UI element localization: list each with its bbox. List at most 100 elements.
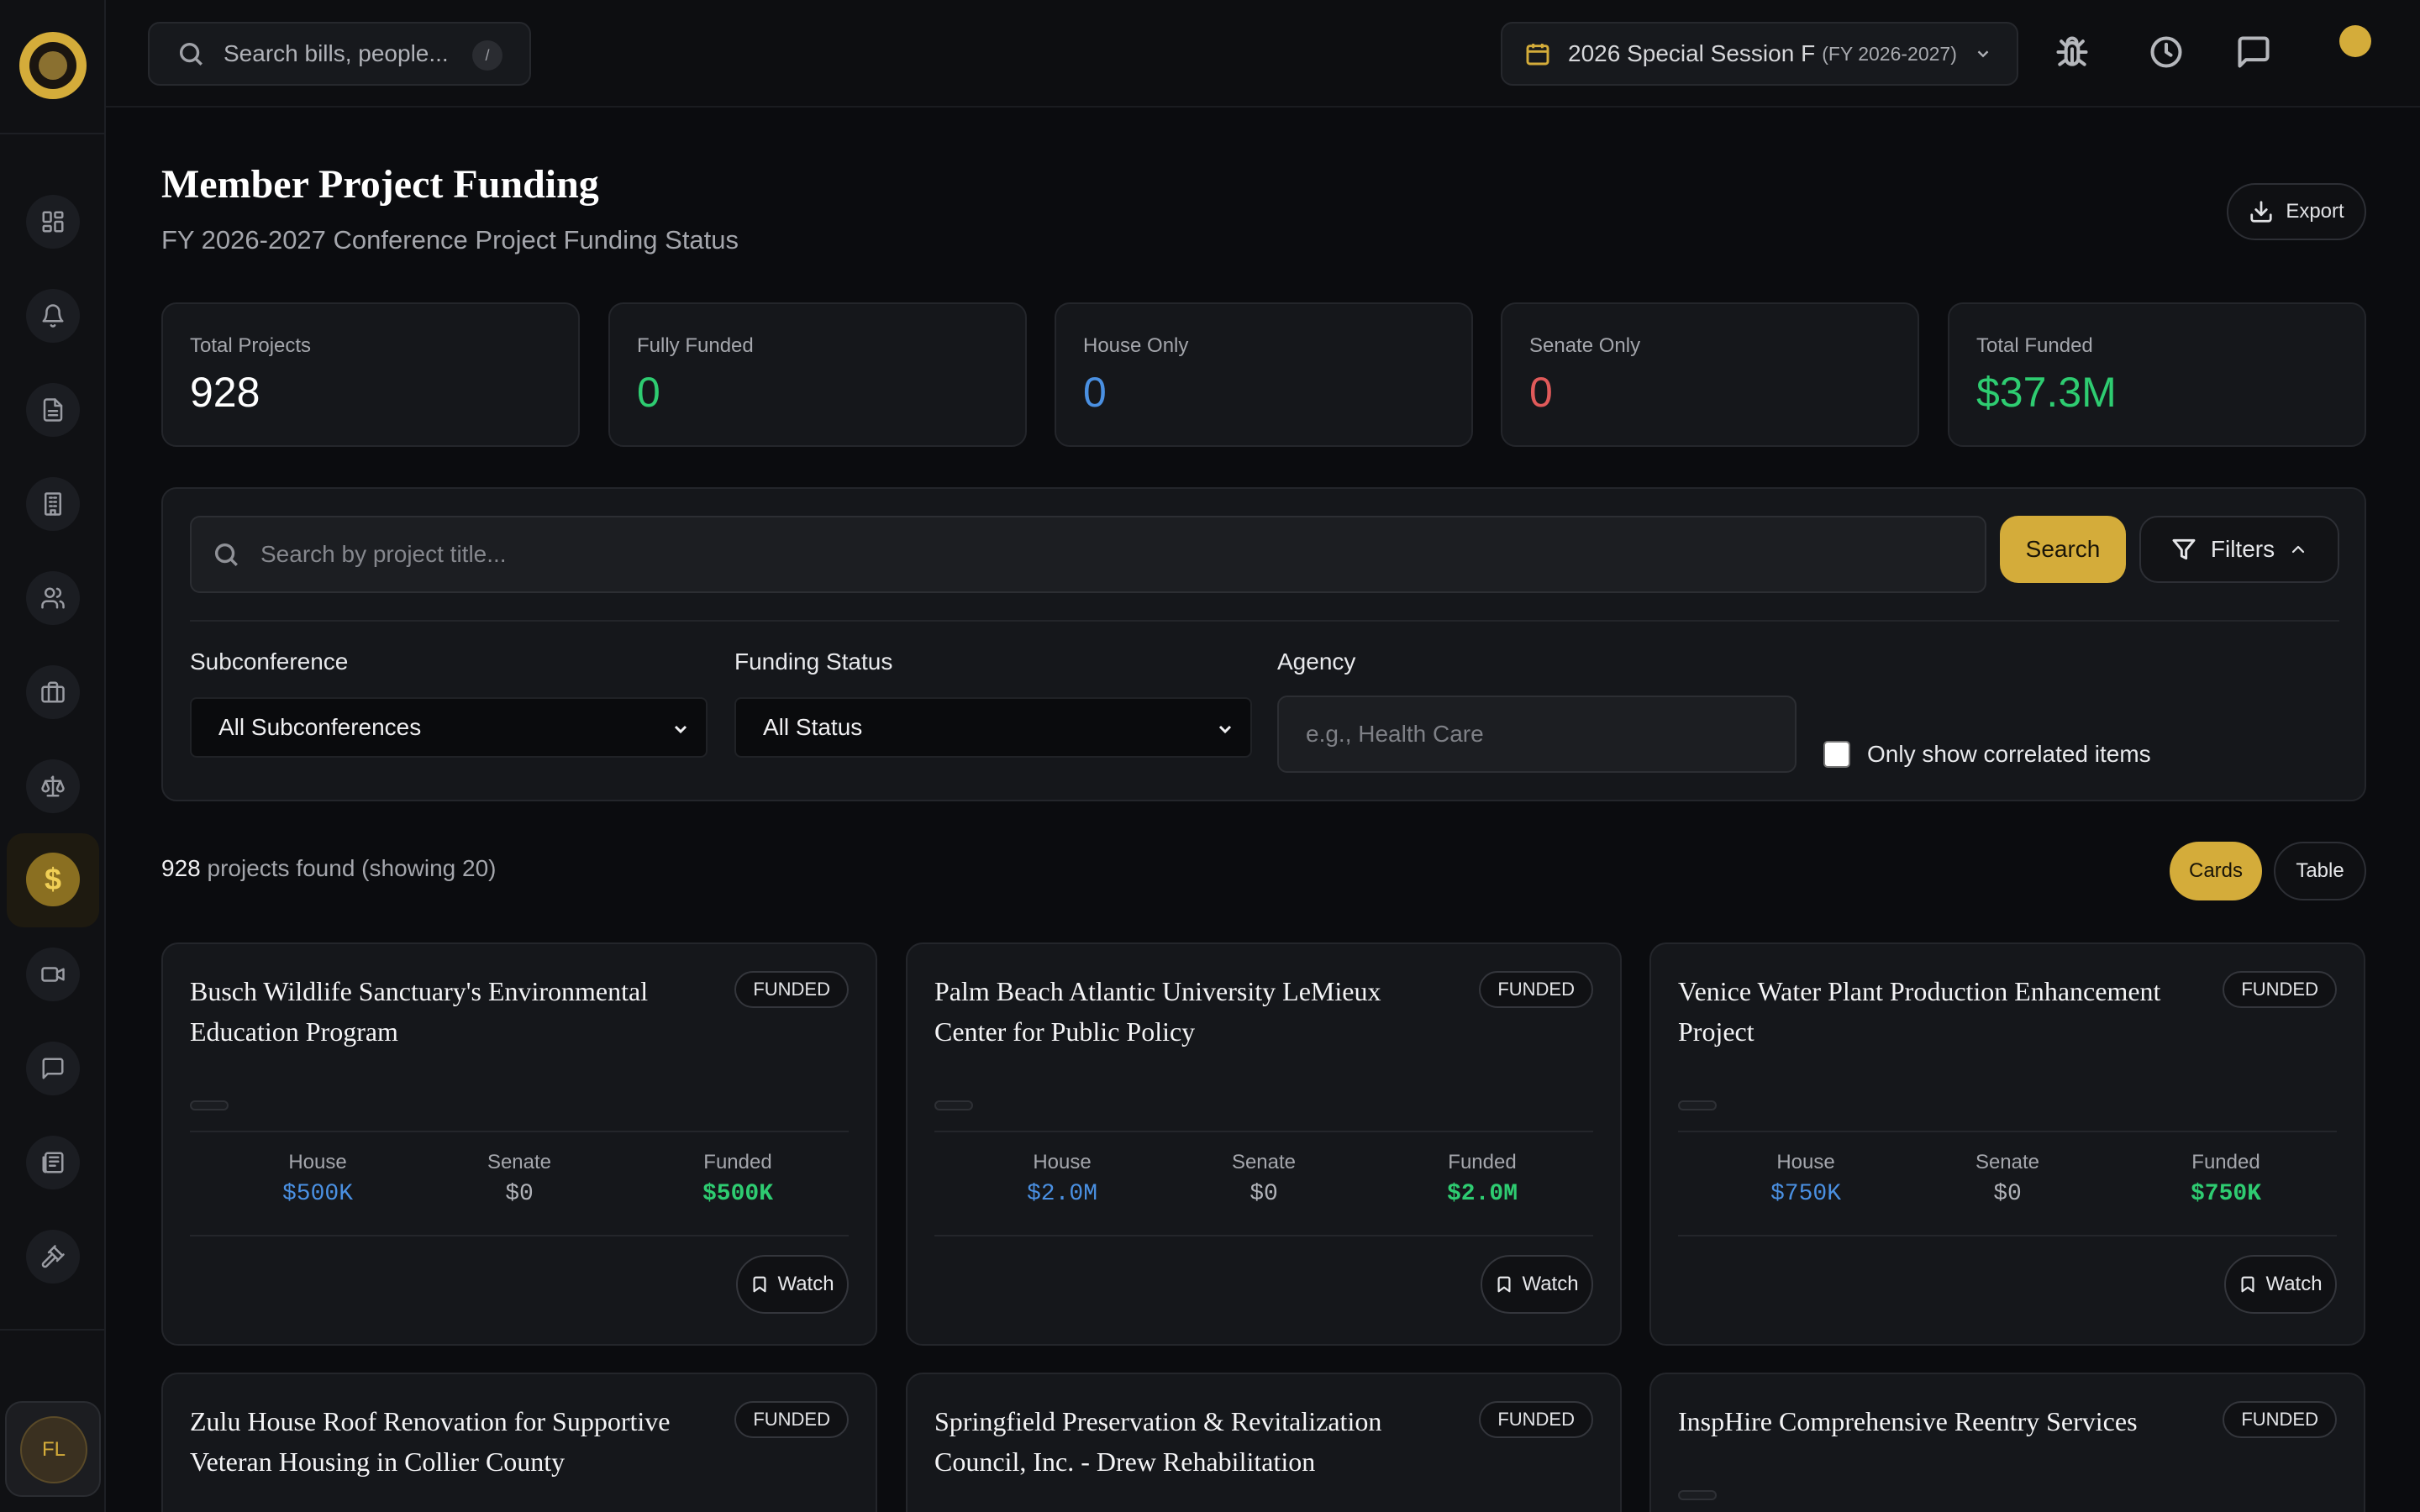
sidebar-item-dashboard[interactable]: [26, 195, 80, 249]
funding-status-select[interactable]: All Status: [734, 697, 1252, 758]
chat-icon: [2238, 36, 2270, 68]
project-search-placeholder: Search by project title...: [260, 541, 507, 567]
tag-placeholder: [1678, 1490, 1717, 1500]
shortcut-key: /: [472, 40, 502, 71]
project-card[interactable]: Venice Water Plant Production Enhancemen…: [1649, 942, 2365, 1346]
watch-label: Watch: [1522, 1273, 1579, 1295]
bug-report-button[interactable]: [2054, 34, 2091, 71]
project-card[interactable]: Busch Wildlife Sanctuary's Environmental…: [161, 942, 877, 1346]
page-title: Member Project Funding: [161, 162, 599, 207]
watch-button[interactable]: Watch: [736, 1255, 849, 1314]
stat-value: 0: [1529, 369, 1553, 416]
filter-icon: [2172, 538, 2196, 560]
project-title: Busch Wildlife Sanctuary's Environmental…: [190, 976, 649, 1047]
search-icon: [214, 543, 238, 566]
filters-toggle-button[interactable]: Filters: [2139, 516, 2339, 583]
subconference-label: Subconference: [190, 648, 349, 675]
project-card[interactable]: InspHire Comprehensive Reentry Services …: [1649, 1373, 2365, 1512]
filters-label: Filters: [2210, 536, 2275, 562]
topbar: Search bills, people... / 2026 Special S…: [106, 0, 2420, 108]
funded-amount: Funded $750K: [2142, 1151, 2310, 1207]
sidebar-item-video[interactable]: [26, 948, 80, 1001]
card-divider: [934, 1131, 1593, 1132]
subconference-select[interactable]: All Subconferences: [190, 697, 708, 758]
stat-total-funded: Total Funded $37.3M: [1948, 302, 2366, 447]
sidebar-item-committees[interactable]: [26, 477, 80, 531]
global-search-input[interactable]: Search bills, people... /: [148, 22, 531, 86]
sidebar-item-legal[interactable]: [26, 759, 80, 813]
session-fiscal-year: (FY 2026-2027): [1822, 42, 1957, 65]
view-cards-button[interactable]: Cards: [2170, 842, 2262, 900]
stat-label: Total Funded: [1976, 334, 2093, 357]
messages-button[interactable]: [2235, 34, 2272, 71]
house-amount: House $500K: [234, 1151, 402, 1207]
house-label: House: [1033, 1151, 1092, 1173]
avatar: FL: [20, 1416, 87, 1483]
funded-amount: Funded $500K: [654, 1151, 822, 1207]
sidebar-item-bills[interactable]: [26, 383, 80, 437]
project-card[interactable]: Palm Beach Atlantic University LeMieux C…: [906, 942, 1622, 1346]
watch-label: Watch: [2265, 1273, 2323, 1295]
status-badge: FUNDED: [2223, 971, 2337, 1008]
stat-value: 928: [190, 369, 260, 416]
senate-amount: Senate $0: [435, 1151, 603, 1207]
page-subtitle: FY 2026-2027 Conference Project Funding …: [161, 225, 739, 255]
sidebar-item-lobbyists[interactable]: [26, 665, 80, 719]
sidebar-item-people[interactable]: [26, 571, 80, 625]
stat-label: Senate Only: [1529, 334, 1641, 357]
user-menu[interactable]: FL: [5, 1401, 101, 1497]
project-title: InspHire Comprehensive Reentry Services: [1678, 1406, 2138, 1436]
correlated-label: Only show correlated items: [1867, 741, 2151, 767]
house-label: House: [288, 1151, 347, 1173]
status-badge: FUNDED: [734, 1401, 849, 1438]
stat-value: $37.3M: [1976, 369, 2117, 416]
status-badge: FUNDED: [2223, 1401, 2337, 1438]
status-badge: FUNDED: [1479, 1401, 1593, 1438]
stat-value: 0: [637, 369, 660, 416]
search-button[interactable]: Search: [2000, 516, 2126, 583]
stat-label: Total Projects: [190, 334, 312, 357]
sidebar-item-alerts[interactable]: [26, 289, 80, 343]
senate-value: $0: [505, 1181, 534, 1207]
tag-placeholder: [190, 1100, 229, 1110]
results-count: 928: [161, 855, 201, 881]
bookmark-icon: [2241, 1276, 2254, 1293]
tag-placeholder: [1678, 1100, 1717, 1110]
panel-divider: [190, 620, 2339, 622]
sidebar-item-news[interactable]: [26, 1136, 80, 1189]
export-button[interactable]: Export: [2227, 183, 2366, 240]
history-button[interactable]: [2148, 34, 2185, 71]
project-card[interactable]: Zulu House Roof Renovation for Supportiv…: [161, 1373, 877, 1512]
chevron-up-icon: [2292, 545, 2305, 554]
building-icon: [45, 492, 61, 516]
sidebar-item-votes[interactable]: [26, 1230, 80, 1284]
download-icon: [2250, 201, 2272, 223]
house-value: $500K: [281, 1181, 353, 1207]
watch-button[interactable]: Watch: [1481, 1255, 1593, 1314]
session-selector[interactable]: 2026 Special Session F (FY 2026-2027): [1501, 22, 2018, 86]
sidebar-item-messages[interactable]: [26, 1042, 80, 1095]
watch-button[interactable]: Watch: [2224, 1255, 2337, 1314]
bell-icon: [42, 304, 64, 328]
project-card[interactable]: Springfield Preservation & Revitalizatio…: [906, 1373, 1622, 1512]
funded-value: $750K: [2190, 1181, 2261, 1207]
card-divider: [190, 1235, 849, 1236]
view-table-button[interactable]: Table: [2274, 842, 2366, 900]
bookmark-icon: [753, 1276, 766, 1293]
app-logo[interactable]: [19, 32, 87, 99]
house-value: $2.0M: [1026, 1181, 1097, 1207]
subconference-value: All Subconferences: [218, 714, 422, 740]
calendar-icon: [1502, 40, 1551, 67]
senate-label: Senate: [487, 1151, 552, 1173]
correlated-checkbox[interactable]: [1823, 741, 1850, 768]
card-divider: [934, 1235, 1593, 1236]
agency-input[interactable]: e.g., Health Care: [1277, 696, 1797, 773]
senate-value: $0: [1249, 1181, 1278, 1207]
chevron-down-icon: [671, 719, 691, 739]
project-search-input[interactable]: Search by project title...: [190, 516, 1986, 593]
dashboard-icon: [42, 211, 64, 233]
stat-label: House Only: [1083, 334, 1189, 357]
stat-fully-funded: Fully Funded 0: [608, 302, 1027, 447]
chat-icon: [42, 1058, 64, 1079]
correlated-filter[interactable]: Only show correlated items: [1823, 741, 2151, 768]
